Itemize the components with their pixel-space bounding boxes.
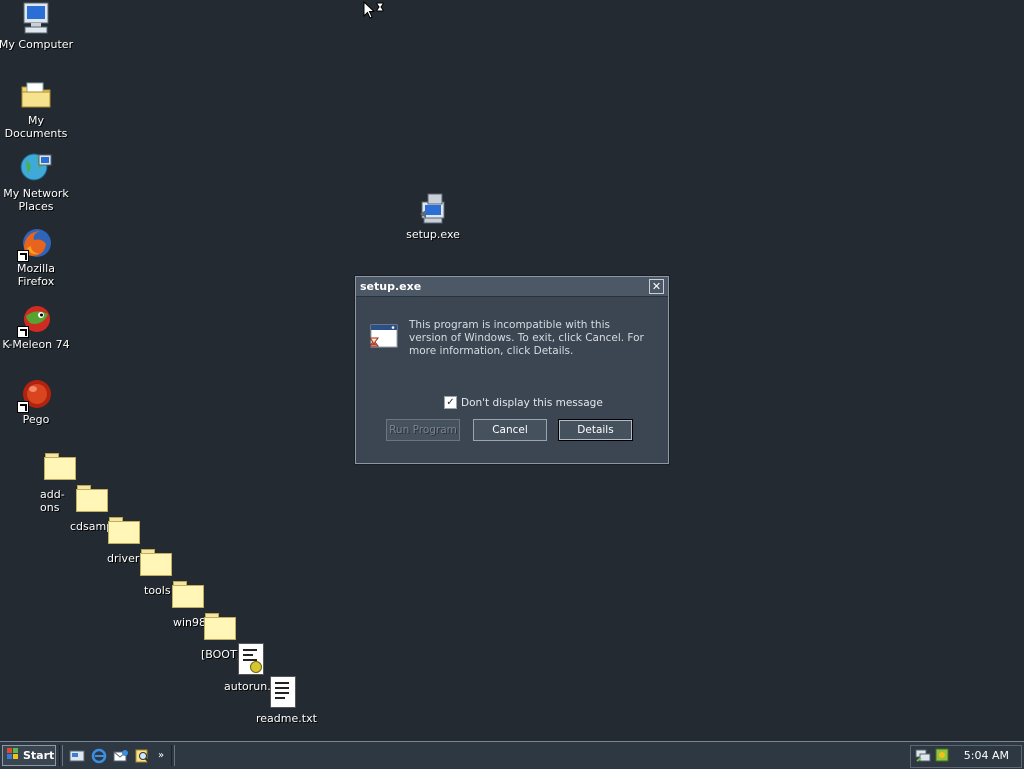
search-icon[interactable] bbox=[134, 747, 152, 765]
desktop-icon-label: Mozilla Firefox bbox=[17, 262, 55, 288]
network-globe-icon bbox=[19, 151, 53, 185]
dialog-message: This program is incompatible with this v… bbox=[409, 319, 644, 357]
close-icon: ✕ bbox=[651, 280, 662, 293]
desktop-icon-label: Pego bbox=[22, 413, 50, 426]
dialog-title: setup.exe bbox=[360, 280, 422, 293]
details-button[interactable]: Details bbox=[558, 419, 633, 441]
folder-icon bbox=[140, 549, 172, 576]
taskbar-separator bbox=[171, 745, 176, 766]
text-file-icon bbox=[270, 676, 296, 708]
folder-label: win98 bbox=[173, 616, 207, 629]
shortcut-arrow-icon bbox=[17, 401, 29, 413]
close-button[interactable]: ✕ bbox=[649, 279, 664, 294]
show-desktop-icon[interactable] bbox=[68, 747, 86, 765]
setup-installer-icon bbox=[416, 192, 450, 226]
outlook-express-icon[interactable] bbox=[112, 747, 130, 765]
shortcut-arrow-icon bbox=[17, 326, 29, 338]
file-readme-txt[interactable]: readme.txt bbox=[256, 676, 317, 725]
taskbar-separator bbox=[59, 745, 63, 766]
desktop-icon-label: K-Meleon 74 bbox=[2, 338, 70, 351]
start-button[interactable]: Start bbox=[2, 745, 56, 766]
busy-cursor-icon bbox=[363, 0, 385, 24]
desktop-icon-setup-exe[interactable]: setup.exe bbox=[395, 192, 471, 241]
cancel-label: Cancel bbox=[492, 424, 528, 436]
folder-icon bbox=[108, 517, 140, 544]
desktop-icon-label: My Network Places bbox=[3, 187, 69, 213]
folder-add-ons[interactable]: add-ons bbox=[40, 453, 76, 514]
desktop-icon-my-computer[interactable]: My Computer bbox=[0, 2, 74, 51]
checkbox-label: Don't display this message bbox=[461, 396, 603, 409]
desktop-icon-my-network-places[interactable]: My Network Places bbox=[0, 151, 74, 213]
shortcut-arrow-icon bbox=[17, 250, 29, 262]
folder-win98-2[interactable]: [BOOT] bbox=[201, 613, 241, 661]
folder-icon bbox=[76, 485, 108, 512]
run-program-label: Run Program bbox=[389, 424, 457, 436]
folder-label: [BOOT] bbox=[201, 648, 241, 661]
folder-label: tools bbox=[144, 584, 171, 597]
desktop-icon-label: My Documents bbox=[4, 114, 68, 140]
program-hourglass-icon bbox=[368, 322, 400, 354]
dont-display-checkbox-row[interactable]: ✓ Don't display this message bbox=[444, 396, 603, 409]
system-tray: 5:04 AM bbox=[910, 745, 1022, 768]
folder-icon bbox=[44, 453, 76, 480]
folder-win98[interactable]: win98 bbox=[172, 581, 206, 629]
folder-label: add-ons bbox=[40, 488, 65, 514]
folder-cdsample[interactable]: cdsample bbox=[70, 485, 123, 533]
cancel-button[interactable]: Cancel bbox=[473, 419, 547, 441]
taskbar: Start » 5:04 AM bbox=[0, 741, 1024, 769]
compatibility-dialog: setup.exe ✕ This program is incompatible… bbox=[355, 276, 669, 464]
details-label: Details bbox=[577, 424, 614, 436]
desktop-icon-my-documents[interactable]: My Documents bbox=[0, 78, 74, 140]
folder-icon bbox=[172, 581, 204, 608]
folder-icon bbox=[204, 613, 236, 640]
start-label: Start bbox=[23, 749, 55, 762]
desktop-icon-label: setup.exe bbox=[406, 228, 460, 241]
folder-drivers[interactable]: drivers bbox=[107, 517, 145, 565]
file-autorun-inf[interactable]: autorun.inf bbox=[224, 643, 285, 693]
documents-folder-icon bbox=[19, 78, 53, 112]
config-file-icon bbox=[238, 643, 264, 675]
dialog-titlebar[interactable]: setup.exe ✕ bbox=[356, 277, 668, 297]
pego-icon bbox=[17, 377, 53, 413]
shield-tray-icon[interactable] bbox=[934, 747, 950, 766]
clock[interactable]: 5:04 AM bbox=[964, 749, 1009, 762]
file-label: readme.txt bbox=[256, 712, 317, 725]
desktop-icon-label: My Computer bbox=[0, 38, 74, 51]
computer-icon bbox=[19, 2, 53, 36]
quicklaunch-chevron[interactable]: » bbox=[158, 750, 164, 761]
desktop-icon-k-meleon[interactable]: K-Meleon 74 bbox=[0, 302, 74, 351]
k-meleon-icon bbox=[17, 302, 53, 338]
folder-tools[interactable]: tools bbox=[140, 549, 172, 597]
run-program-button[interactable]: Run Program bbox=[386, 419, 460, 441]
internet-explorer-icon[interactable] bbox=[90, 747, 108, 765]
dont-display-checkbox[interactable]: ✓ bbox=[444, 396, 457, 409]
desktop-icon-mozilla-firefox[interactable]: Mozilla Firefox bbox=[0, 226, 74, 288]
firefox-icon bbox=[17, 226, 53, 262]
windows-logo-icon bbox=[6, 747, 20, 764]
desktop-icon-pego[interactable]: Pego bbox=[0, 377, 74, 426]
network-tray-icon[interactable] bbox=[915, 747, 931, 766]
